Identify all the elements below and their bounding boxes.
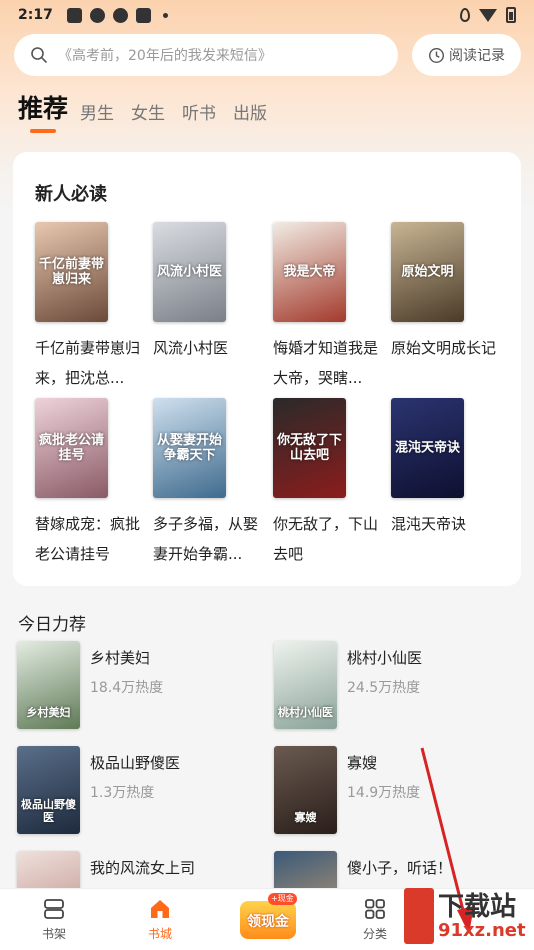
wifi-icon — [479, 8, 497, 22]
nav-bookshelf-label: 书架 — [41, 927, 66, 941]
tab-female[interactable]: 女生 — [131, 102, 165, 126]
cover-title: 从娶妻开始争霸天下 — [157, 433, 223, 463]
notification-icon — [135, 7, 151, 23]
nav-bookshelf[interactable]: 书架 — [24, 897, 84, 942]
book-cover: 桃村小仙医 — [274, 641, 337, 729]
tab-male[interactable]: 男生 — [80, 102, 114, 126]
cover-title: 乡村美妇 — [26, 706, 71, 719]
cover-title: 原始文明 — [401, 264, 454, 280]
watermark-brand: 下载站 — [438, 892, 517, 922]
book-title: 乡村美妇 — [90, 649, 151, 667]
nav-store-label: 书城 — [147, 927, 172, 941]
tab-publish[interactable]: 出版 — [233, 102, 267, 126]
cover-title: 混沌天帝诀 — [395, 440, 461, 456]
book-title: 风流小村医 — [153, 339, 229, 357]
today-section-title: 今日力荐 — [18, 615, 86, 635]
book-title: 混沌天帝诀 — [391, 515, 467, 533]
nav-category-label: 分类 — [362, 927, 387, 941]
heat-count: 18.4万热度 — [90, 680, 164, 696]
cover-title: 极品山野傻医 — [21, 798, 76, 824]
book-item[interactable]: 风流小村医 风流小村医 — [131, 222, 249, 363]
tab-recommend[interactable]: 推荐 — [18, 92, 68, 133]
cover-title: 寡嫂 — [294, 811, 317, 824]
book-cover: 千亿前妻带崽归来 — [35, 222, 108, 322]
home-icon — [151, 900, 169, 918]
book-cover: 从娶妻开始争霸天下 — [153, 398, 226, 498]
book-title: 我的风流女上司 — [90, 859, 196, 877]
cash-badge: +现金 — [268, 893, 297, 905]
category-grid-icon — [365, 899, 385, 919]
battery-icon — [506, 7, 516, 23]
book-cover: 你无敌了下山去吧 — [273, 398, 346, 498]
book-item[interactable]: 你无敌了下山去吧 你无敌了，下山去吧 — [251, 398, 378, 569]
book-cover: 寡嫂 — [274, 746, 337, 834]
get-cash-button[interactable]: 领现金 +现金 — [238, 893, 298, 943]
cover-title: 千亿前妻带崽归来 — [39, 257, 105, 287]
notification-icon — [66, 7, 82, 23]
cash-label: 领现金 — [247, 914, 289, 930]
cover-title: 我是大帝 — [283, 264, 336, 280]
location-icon — [460, 8, 470, 22]
clock-icon — [428, 47, 445, 63]
cover-title: 你无敌了下山去吧 — [277, 433, 343, 463]
watermark-logo-icon — [404, 888, 434, 944]
book-cover: 极品山野傻医 — [17, 746, 80, 834]
cover-title: 疯批老公请挂号 — [39, 433, 105, 463]
watermark: 下载站 91xz.net — [404, 884, 534, 950]
heat-count: 24.5万热度 — [347, 680, 421, 696]
book-item[interactable]: 混沌天帝诀 混沌天帝诀 — [369, 398, 487, 539]
bookshelf-icon — [44, 899, 64, 919]
tab-audiobook[interactable]: 听书 — [182, 102, 216, 126]
book-title: 多子多福，从娶妻开始争霸... — [153, 515, 259, 563]
book-item[interactable]: 千亿前妻带崽归来 千亿前妻带崽归来，把沈总... — [13, 222, 140, 393]
book-cover: 我是大帝 — [273, 222, 346, 322]
status-time: 2:17 — [18, 7, 53, 23]
reading-history-button[interactable]: 阅读记录 — [412, 34, 521, 76]
channel-tabs: 推荐 男生 女生 听书 出版 — [18, 92, 284, 133]
recommend-item[interactable]: 极品山野傻医 极品山野傻医 1.3万热度 — [17, 746, 247, 836]
heat-count: 1.3万热度 — [90, 785, 155, 801]
heat-count: 14.9万热度 — [347, 785, 421, 801]
status-bar: 2:17 — [0, 0, 534, 30]
book-cover: 原始文明 — [391, 222, 464, 322]
app-notification-icon — [112, 7, 128, 23]
book-cover: 风流小村医 — [153, 222, 226, 322]
search-input[interactable]: 《高考前，20年后的我发来短信》 — [14, 34, 398, 76]
recommend-item[interactable]: 桃村小仙医 桃村小仙医 24.5万热度 — [274, 641, 504, 731]
book-title: 寡嫂 — [347, 754, 378, 772]
reading-history-label: 阅读记录 — [449, 48, 505, 64]
book-cover: 疯批老公请挂号 — [35, 398, 108, 498]
recommend-item[interactable]: 寡嫂 寡嫂 14.9万热度 — [274, 746, 504, 836]
watermark-url: 91xz.net — [438, 920, 526, 941]
nav-store[interactable]: 书城 — [130, 897, 190, 942]
book-item[interactable]: 疯批老公请挂号 替嫁成宠：疯批老公请挂号 — [13, 398, 140, 569]
book-title: 桃村小仙医 — [347, 649, 423, 667]
app-notification-icon — [89, 7, 105, 23]
more-notifications-dot-icon — [162, 12, 168, 18]
book-title: 极品山野傻医 — [90, 754, 181, 772]
search-placeholder: 《高考前，20年后的我发来短信》 — [58, 48, 272, 64]
new-reader-section: 新人必读 千亿前妻带崽归来 千亿前妻带崽归来，把沈总... 风流小村医 风流小村… — [13, 152, 521, 586]
book-item[interactable]: 我是大帝 悔婚才知道我是大帝，哭瞎... — [251, 222, 378, 393]
book-cover: 乡村美妇 — [17, 641, 80, 729]
book-title: 原始文明成长记 — [391, 339, 497, 357]
section-title: 新人必读 — [35, 184, 107, 205]
cover-title: 风流小村医 — [157, 264, 223, 280]
book-cover: 混沌天帝诀 — [391, 398, 464, 498]
book-item[interactable]: 原始文明 原始文明成长记 — [369, 222, 496, 363]
book-title: 傻小子，听话！ — [347, 859, 453, 877]
cover-title: 桃村小仙医 — [278, 706, 333, 719]
nav-category[interactable]: 分类 — [345, 897, 405, 942]
recommend-item[interactable]: 乡村美妇 乡村美妇 18.4万热度 — [17, 641, 247, 731]
book-item[interactable]: 从娶妻开始争霸天下 多子多福，从娶妻开始争霸... — [131, 398, 258, 569]
search-icon — [30, 46, 48, 64]
